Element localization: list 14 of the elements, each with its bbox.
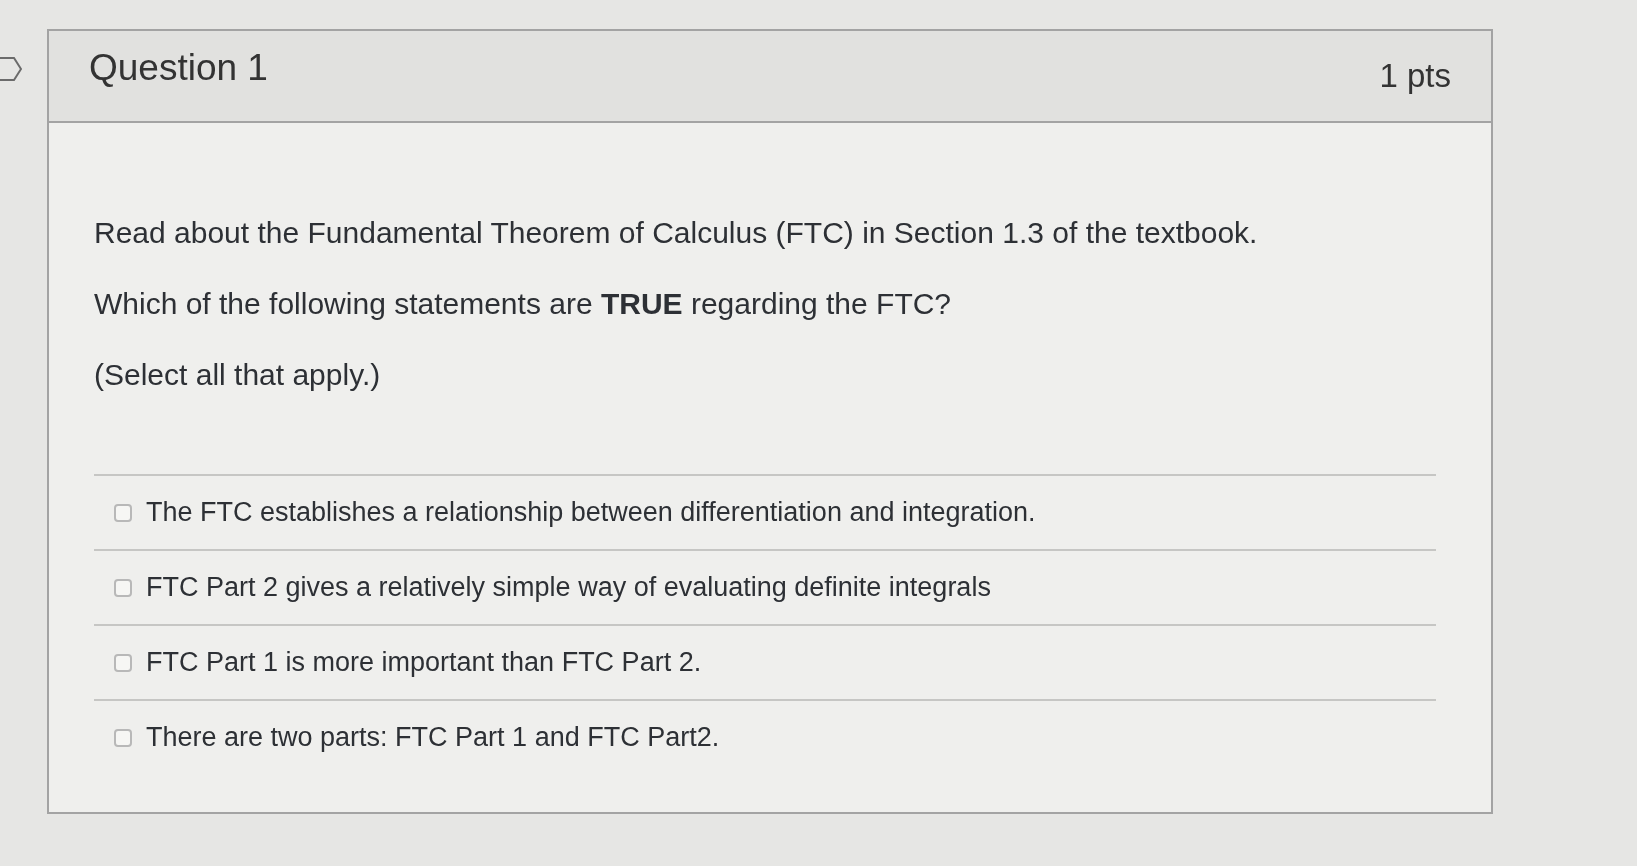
question-title: Question 1 — [89, 47, 268, 89]
answer-label[interactable]: The FTC establishes a relationship between differentiation and integration. — [146, 497, 1036, 528]
question-text: (Select all that apply.) — [94, 358, 382, 392]
question-text: Read about the Fundamental Theorem of Calculus (FTC) in Section 1.3 of the textbook. — [94, 216, 1259, 250]
answer-label[interactable]: FTC Part 2 gives a relatively simple way of evaluating definite integrals — [146, 572, 991, 603]
checkbox[interactable] — [114, 653, 132, 672]
answer-label[interactable]: FTC Part 1 is more important than FTC Part 2. — [146, 647, 702, 678]
checkbox[interactable] — [114, 578, 132, 597]
question-text: Which of the following statements are TRUE regarding the FTC? — [94, 287, 953, 321]
checkbox[interactable] — [114, 728, 132, 747]
flag-icon[interactable] — [0, 57, 22, 81]
checkbox[interactable] — [114, 503, 132, 522]
answer-label[interactable]: There are two parts: FTC Part 1 and FTC Part2. — [146, 722, 720, 753]
question-points: 1 pts — [1379, 57, 1451, 95]
